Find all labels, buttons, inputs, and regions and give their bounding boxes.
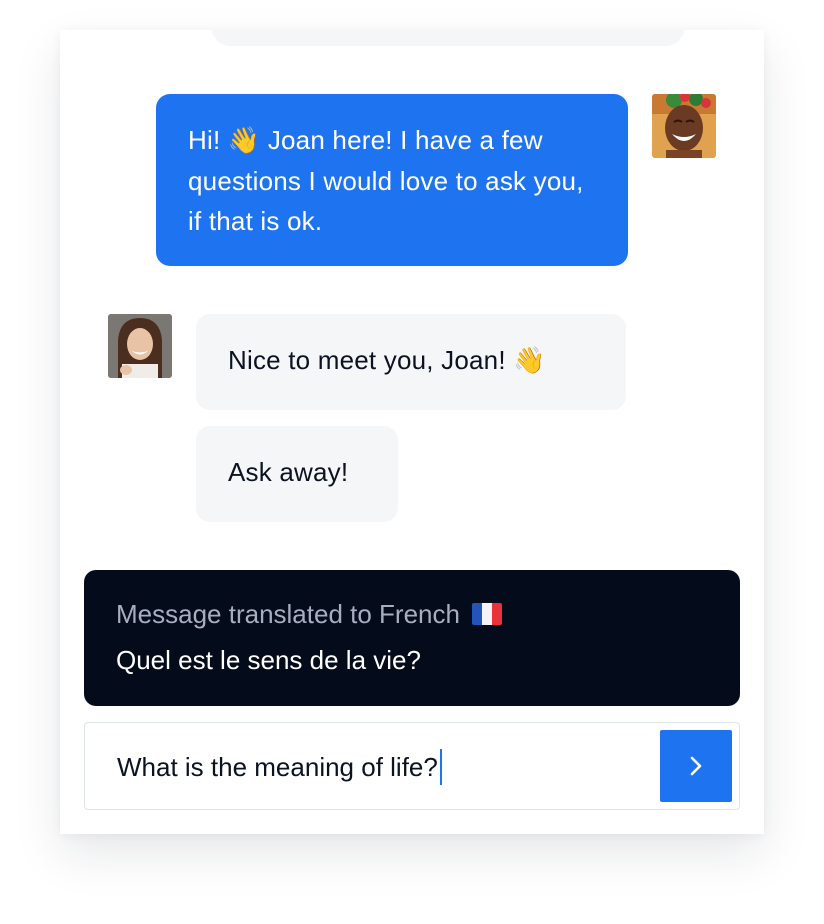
message-input-value: What is the meaning of life? [117, 752, 438, 782]
text-caret [439, 749, 442, 785]
translation-label: Message translated to French [116, 599, 460, 629]
waving-hand-icon: 👋 [513, 346, 546, 376]
incoming-message-bubble: Ask away! [196, 426, 398, 522]
translation-panel: Message translated to French Quel est le… [84, 570, 740, 706]
translation-label-row: Message translated to French [116, 596, 708, 632]
waving-hand-icon: 👋 [227, 126, 261, 156]
chevron-right-icon [690, 756, 702, 776]
translated-text: Quel est le sens de la vie? [116, 645, 421, 675]
incoming-message-text: Nice to meet you, Joan! [228, 345, 514, 375]
incoming-message-text: Ask away! [228, 457, 349, 487]
france-flag-icon [471, 603, 502, 625]
send-button[interactable] [660, 730, 732, 802]
outgoing-message-bubble: Hi! 👋 Joan here! I have a few questions … [156, 94, 628, 266]
message-composer: What is the meaning of life? [84, 722, 740, 810]
joan-avatar [652, 94, 716, 158]
chat-widget: Hi! 👋 Joan here! I have a few questions … [60, 30, 764, 834]
agent-avatar [108, 314, 172, 378]
message-input[interactable]: What is the meaning of life? [117, 745, 647, 789]
outgoing-message-text-start: Hi! [188, 125, 228, 155]
incoming-message-bubble: Nice to meet you, Joan! 👋 [196, 314, 626, 410]
previous-message-bubble [212, 30, 684, 46]
page: Hi! 👋 Joan here! I have a few questions … [0, 0, 824, 924]
